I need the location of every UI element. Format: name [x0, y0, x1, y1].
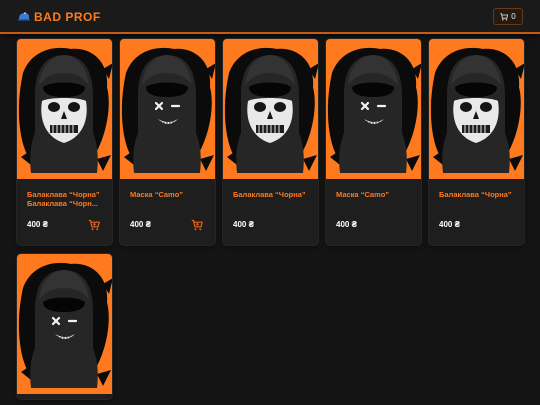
- product-image[interactable]: [17, 254, 112, 394]
- balaclava-image: [120, 39, 215, 179]
- balaclava-image: [326, 39, 421, 179]
- balaclava-image: [17, 39, 112, 179]
- product-card[interactable]: Балаклава “Чорна” 400 ₴: [223, 39, 318, 245]
- product-card[interactable]: Маска “Camo” 400 ₴: [120, 39, 215, 245]
- cart-count: 0: [511, 12, 516, 21]
- cart-button[interactable]: 0: [493, 8, 523, 25]
- product-price: 400 ₴: [439, 220, 460, 229]
- product-image[interactable]: [429, 39, 524, 179]
- product-image[interactable]: [17, 39, 112, 179]
- product-card[interactable]: Маска “Camo” 400 ₴: [326, 39, 421, 245]
- brand-name: BAD PROF: [34, 10, 101, 24]
- product-card[interactable]: Балаклава “Чорна” Балаклава “Чорн... 400…: [17, 39, 112, 245]
- product-name[interactable]: Балаклава “Чорна” Балаклава “Чорн...: [27, 190, 105, 208]
- product-card[interactable]: [17, 254, 112, 399]
- cart-icon: [88, 219, 100, 231]
- product-price: 400 ₴: [27, 220, 48, 229]
- product-card[interactable]: Балаклава “Чорна” 400 ₴: [429, 39, 524, 245]
- product-price: 400 ₴: [233, 220, 254, 229]
- cap-icon: [18, 12, 30, 21]
- brand-logo[interactable]: BAD PROF: [17, 9, 101, 25]
- product-image[interactable]: [326, 39, 421, 179]
- product-name[interactable]: Балаклава “Чорна”: [439, 190, 517, 199]
- add-to-cart-button[interactable]: [191, 219, 203, 231]
- product-name[interactable]: Маска “Camo”: [336, 190, 414, 199]
- cart-icon: [191, 219, 203, 231]
- product-name[interactable]: Балаклава “Чорна”: [233, 190, 311, 199]
- product-price: 400 ₴: [336, 220, 357, 229]
- add-to-cart-button[interactable]: [88, 219, 100, 231]
- product-price: 400 ₴: [130, 220, 151, 229]
- product-name[interactable]: Маска “Camo”: [130, 190, 208, 199]
- product-image[interactable]: [223, 39, 318, 179]
- balaclava-image: [17, 254, 112, 394]
- cart-icon: [500, 12, 509, 21]
- balaclava-image: [429, 39, 524, 179]
- balaclava-image: [223, 39, 318, 179]
- top-header: BAD PROF 0: [0, 0, 540, 34]
- product-image[interactable]: [120, 39, 215, 179]
